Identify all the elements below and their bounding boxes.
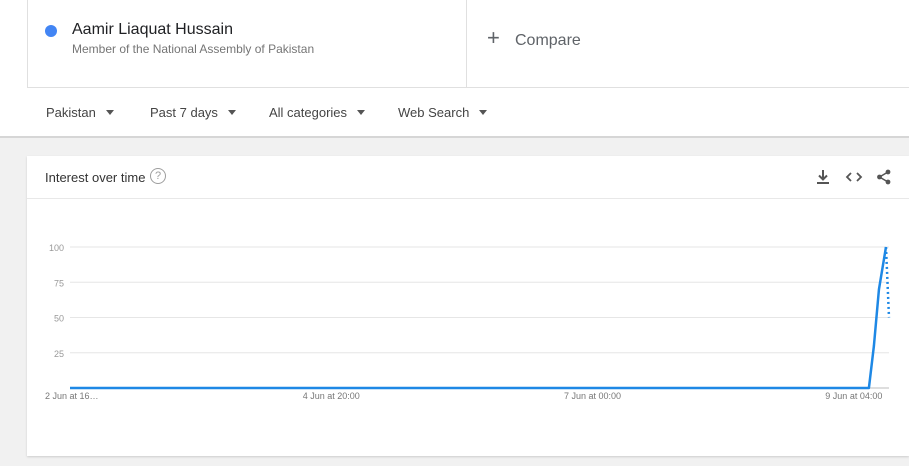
search-term-card[interactable]: Aamir Liaquat Hussain Member of the Nati…: [27, 0, 467, 88]
filter-search-type-label: Web Search: [398, 105, 470, 120]
chevron-down-icon: [227, 110, 236, 115]
x-tick-label: 9 Jun at 04:00: [825, 391, 882, 401]
interest-chart: 25 50 75 100 2 Jun at 16… 4 Jun at 20:00 7 Jun…: [45, 243, 891, 401]
chevron-down-icon: [479, 110, 488, 115]
y-tick-label: 25: [54, 349, 64, 359]
filter-time-range-label: Past 7 days: [150, 105, 218, 120]
filter-region[interactable]: Pakistan: [46, 105, 114, 120]
filter-category[interactable]: All categories: [269, 105, 366, 120]
filter-region-label: Pakistan: [46, 105, 96, 120]
x-tick-label: 4 Jun at 20:00: [303, 391, 360, 401]
compare-button[interactable]: + Compare: [467, 0, 909, 88]
term-description: Member of the National Assembly of Pakis…: [72, 42, 315, 56]
download-icon[interactable]: [814, 168, 832, 186]
interest-over-time-card: Interest over time ? 25 50 75 100 2 Jun at 1…: [27, 156, 909, 456]
chevron-down-icon: [357, 110, 366, 115]
compare-label: Compare: [515, 32, 581, 49]
filter-search-type[interactable]: Web Search: [398, 105, 488, 120]
plus-icon: +: [487, 25, 500, 50]
filter-bar: Pakistan Past 7 days All categories Web …: [0, 88, 909, 138]
compare-bar: Aamir Liaquat Hussain Member of the Nati…: [0, 0, 909, 88]
term-name: Aamir Liaquat Hussain: [72, 21, 233, 38]
partial-data-line: [884, 246, 891, 318]
help-icon[interactable]: ?: [150, 168, 166, 184]
chevron-down-icon: [105, 110, 114, 115]
card-header: Interest over time ?: [27, 156, 909, 199]
y-tick-label: 100: [49, 243, 64, 253]
embed-icon[interactable]: [845, 168, 863, 186]
x-tick-label: 2 Jun at 16…: [45, 391, 99, 401]
y-tick-label: 75: [54, 278, 64, 288]
term-color-dot: [45, 25, 57, 37]
share-icon[interactable]: [875, 168, 893, 186]
filter-time-range[interactable]: Past 7 days: [150, 105, 236, 120]
card-title: Interest over time: [45, 170, 146, 185]
x-tick-label: 7 Jun at 00:00: [564, 391, 621, 401]
y-tick-label: 50: [54, 314, 64, 324]
filter-category-label: All categories: [269, 105, 348, 120]
